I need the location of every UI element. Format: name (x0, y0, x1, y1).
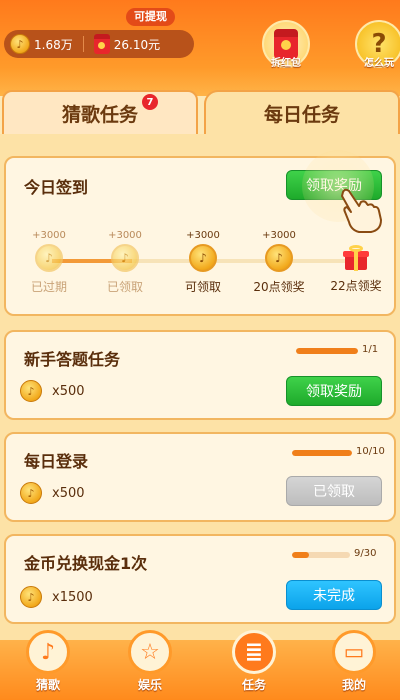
star-icon: ☆ (128, 630, 172, 674)
coin-icon: ♪ (20, 482, 42, 504)
coin-icon: ♪ (20, 586, 42, 608)
day-reward: +3000 (262, 230, 296, 241)
coin-icon: ♪ (20, 380, 42, 402)
red-packet-icon (93, 34, 110, 54)
task-claimed-button: 已领取 (286, 476, 382, 506)
day-reward: +3000 (186, 230, 220, 241)
task-progress-text: 10/10 (356, 446, 385, 457)
task-card: 每日登录 10/10 ♪ x500 已领取 (4, 432, 396, 522)
nav-label: 任务 (241, 678, 266, 692)
day-status: 20点领奖 (253, 280, 305, 294)
day-status: 可领取 (184, 280, 221, 294)
coin-icon: ♪ (265, 244, 293, 272)
day-reward: +3000 (32, 230, 66, 241)
nav-label: 猜歌 (35, 678, 60, 692)
task-progress-text: 1/1 (362, 344, 379, 355)
signin-title: 今日签到 (24, 178, 89, 197)
signin-day: +3000 ♪ 20点领奖 (244, 230, 314, 295)
task-incomplete-button[interactable]: 未完成 (286, 580, 382, 610)
task-reward-amount: x500 (52, 485, 85, 501)
signin-day: +3000 ♪ 已领取 (90, 230, 160, 295)
nav-item-mine[interactable]: ▭ 我的 (322, 630, 386, 693)
day-reward: +3000 (108, 230, 142, 241)
tab-daily-tasks[interactable]: 每日任务 (204, 90, 400, 134)
wallet-icon: ▭ (332, 630, 376, 674)
cash-balance: 26.10元 (113, 37, 161, 52)
task-claim-button[interactable]: 领取奖励 (286, 376, 382, 406)
divider (82, 36, 84, 52)
nav-label: 娱乐 (137, 678, 162, 692)
how-to-play-label: 怎么玩 (364, 58, 394, 69)
tab-label: 猜歌任务 (61, 103, 138, 126)
task-title: 每日登录 (24, 452, 89, 471)
coin-icon: ♪ (111, 244, 139, 272)
coin-balance: 1.68万 (34, 37, 73, 52)
signin-day[interactable]: +3000 ♪ 可领取 (168, 230, 238, 295)
task-reward-amount: x1500 (52, 589, 93, 605)
nav-label: 我的 (341, 678, 366, 692)
tab-guess-song-tasks[interactable]: 猜歌任务 7 (2, 90, 198, 134)
music-note-icon: ♪ (26, 630, 70, 674)
task-card: 金币兑换现金1次 9/30 ♪ x1500 未完成 (4, 534, 396, 624)
day-status: 已领取 (106, 280, 143, 294)
tab-label: 每日任务 (263, 103, 340, 126)
task-reward: ♪ x1500 (20, 586, 93, 608)
nav-item-guess-song[interactable]: ♪ 猜歌 (16, 630, 80, 693)
task-progress-bar (292, 450, 352, 456)
signin-day: + 22点领奖 (316, 230, 396, 294)
bottom-nav: ♪ 猜歌 ☆ 娱乐 ≣ 任务 ▭ 我的 (0, 630, 400, 700)
task-title: 新手答题任务 (24, 350, 121, 369)
task-reward: ♪ x500 (20, 482, 85, 504)
task-reward: ♪ x500 (20, 380, 85, 402)
balance-pill[interactable]: ♪ 1.68万 26.10元 (4, 30, 194, 58)
open-red-packet-label: 拆红包 (271, 58, 301, 69)
notification-badge: 7 (142, 94, 158, 110)
clipboard-icon: ≣ (232, 630, 276, 674)
withdraw-tag[interactable]: 可提现 (126, 8, 175, 26)
task-progress-bar (296, 348, 358, 354)
day-status: 已过期 (30, 280, 67, 294)
coin-icon: ♪ (189, 244, 217, 272)
coin-icon: ♪ (10, 34, 30, 54)
signin-day: +3000 ♪ 已过期 (14, 230, 84, 295)
task-card: 新手答题任务 1/1 ♪ x500 领取奖励 (4, 330, 396, 420)
nav-item-tasks[interactable]: ≣ 任务 (222, 630, 286, 693)
day-status: 22点领奖 (330, 279, 382, 293)
task-title: 金币兑换现金1次 (24, 554, 148, 573)
nav-item-entertainment[interactable]: ☆ 娱乐 (118, 630, 182, 693)
pointing-hand-icon (341, 188, 382, 233)
gift-icon (343, 245, 369, 271)
task-reward-amount: x500 (52, 383, 85, 399)
coin-icon: ♪ (35, 244, 63, 272)
top-header: 可提现 ♪ 1.68万 26.10元 拆红包 ? 怎么玩 (0, 0, 400, 96)
task-progress-text: 9/30 (354, 548, 377, 559)
task-progress-bar (292, 552, 350, 558)
